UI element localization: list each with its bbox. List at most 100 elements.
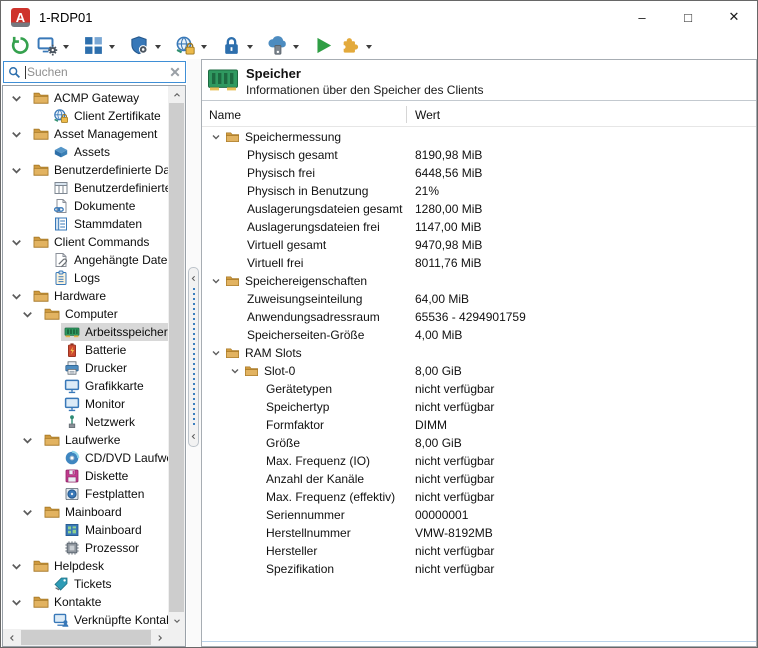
chevron-down-icon[interactable] (9, 559, 24, 574)
sidebar-item-helpdesk[interactable]: Helpdesk (3, 557, 168, 575)
vertical-scroll-thumb[interactable] (169, 103, 184, 612)
tree-node[interactable]: Laufwerke (41, 431, 123, 449)
table-row[interactable]: Seriennummer00000001 (202, 506, 755, 524)
table-row[interactable]: Speichereigenschaften (202, 272, 755, 290)
table-row[interactable]: Auslagerungsdateien frei1147,00 MiB (202, 218, 755, 236)
table-row[interactable]: Zuweisungseinteilung64,00 MiB (202, 290, 755, 308)
table-row[interactable]: Physisch gesamt8190,98 MiB (202, 146, 755, 164)
tree-node[interactable]: Grafikkarte (61, 377, 147, 395)
run-button[interactable] (313, 35, 334, 56)
tree-node[interactable]: Mainboard (61, 521, 145, 539)
sidebar-item-festplatten[interactable]: Festplatten (3, 485, 168, 503)
sidebar-item-cd-dvd-laufwerke[interactable]: CD/DVD Laufwerke (3, 449, 168, 467)
sidebar-item-benutzerdefinierte-daten[interactable]: Benutzerdefinierte Daten (3, 161, 168, 179)
dropdown-caret-icon[interactable] (109, 45, 115, 49)
sidebar-item-stammdaten[interactable]: Stammdaten (3, 215, 168, 233)
tree-node[interactable]: Hardware (30, 287, 109, 305)
table-row[interactable]: Speicherseiten-Größe4,00 MiB (202, 326, 755, 344)
client-commands-button[interactable] (37, 35, 77, 56)
table-row[interactable]: Speichertypnicht verfügbar (202, 398, 755, 416)
tree-node[interactable]: ACMP Gateway (30, 89, 142, 107)
table-row[interactable]: Speichermessung (202, 128, 755, 146)
sidebar-item-laufwerke[interactable]: Laufwerke (3, 431, 168, 449)
tree-node[interactable]: Drucker (61, 359, 130, 377)
table-row[interactable]: Virtuell frei8011,76 MiB (202, 254, 755, 272)
tree-horizontal-scrollbar[interactable] (3, 629, 168, 646)
sidebar-item-verkn-pfte-kontakte[interactable]: Verknüpfte Kontakte (3, 611, 168, 629)
remote-install-button[interactable] (267, 35, 307, 56)
column-header-wert[interactable]: Wert (415, 108, 440, 122)
scroll-up-arrow-icon[interactable] (168, 86, 185, 103)
chevron-down-icon[interactable] (9, 595, 24, 610)
search-input[interactable] (26, 65, 169, 79)
sidebar-item-batterie[interactable]: Batterie (3, 341, 168, 359)
chevron-down-icon[interactable] (20, 307, 35, 322)
tree-node[interactable]: Monitor (61, 395, 128, 413)
tree-node[interactable]: Computer (41, 305, 121, 323)
chevron-down-icon[interactable] (210, 131, 222, 143)
dropdown-caret-icon[interactable] (293, 45, 299, 49)
table-row[interactable]: Spezifikationnicht verfügbar (202, 560, 755, 578)
chevron-down-icon[interactable] (210, 347, 222, 359)
scroll-down-arrow-icon[interactable] (168, 612, 185, 629)
scroll-right-arrow-icon[interactable] (151, 629, 168, 646)
chevron-down-icon[interactable] (9, 91, 24, 106)
lock-button[interactable] (221, 35, 261, 56)
sidebar-item-mainboard[interactable]: Mainboard (3, 521, 168, 539)
table-row[interactable]: Virtuell gesamt9470,98 MiB (202, 236, 755, 254)
table-row[interactable]: Physisch in Benutzung21% (202, 182, 755, 200)
chevron-down-icon[interactable] (9, 163, 24, 178)
tree-node[interactable]: Client Zertifikate (50, 107, 164, 125)
chevron-down-icon[interactable] (229, 365, 241, 377)
sidebar-item-tickets[interactable]: Tickets (3, 575, 168, 593)
sidebar-item-grafikkarte[interactable]: Grafikkarte (3, 377, 168, 395)
sidebar-item-dokumente[interactable]: Dokumente (3, 197, 168, 215)
tree-node[interactable]: Netzwerk (61, 413, 138, 431)
sidebar-item-drucker[interactable]: Drucker (3, 359, 168, 377)
sidebar-item-diskette[interactable]: Diskette (3, 467, 168, 485)
tree-node[interactable]: Asset Management (30, 125, 160, 143)
tree-vertical-scrollbar[interactable] (168, 86, 185, 629)
sidebar-item-prozessor[interactable]: Prozessor (3, 539, 168, 557)
table-row[interactable]: Größe8,00 GiB (202, 434, 755, 452)
chevron-down-icon[interactable] (9, 235, 24, 250)
tree-node[interactable]: CD/DVD Laufwerke (61, 449, 168, 467)
scroll-left-arrow-icon[interactable] (3, 629, 20, 646)
splitter-collapse-handle[interactable] (188, 267, 199, 447)
sidebar-item-hardware[interactable]: Hardware (3, 287, 168, 305)
tree-node[interactable]: Batterie (61, 341, 129, 359)
table-row[interactable]: Anwendungsadressraum65536 - 4294901759 (202, 308, 755, 326)
tree-node[interactable]: Verknüpfte Kontakte (50, 611, 168, 629)
sidebar-item-kontakte[interactable]: Kontakte (3, 593, 168, 611)
table-row[interactable]: RAM Slots (202, 344, 755, 362)
tree-node[interactable]: Angehängte Dateien (50, 251, 168, 269)
table-row[interactable]: Max. Frequenz (IO)nicht verfügbar (202, 452, 755, 470)
tree-node[interactable]: Prozessor (61, 539, 142, 557)
column-header-name[interactable]: Name (209, 108, 241, 122)
chevron-down-icon[interactable] (9, 289, 24, 304)
chevron-down-icon[interactable] (20, 433, 35, 448)
security-button[interactable] (129, 35, 169, 56)
table-row[interactable]: Physisch frei6448,56 MiB (202, 164, 755, 182)
table-row[interactable]: Auslagerungsdateien gesamt1280,00 MiB (202, 200, 755, 218)
dropdown-caret-icon[interactable] (366, 45, 372, 49)
tree-node[interactable]: Dokumente (50, 197, 138, 215)
maximize-button[interactable]: □ (665, 1, 711, 33)
sidebar-item-netzwerk[interactable]: Netzwerk (3, 413, 168, 431)
close-button[interactable]: ✕ (711, 1, 757, 33)
table-row[interactable]: Slot-08,00 GiB (202, 362, 755, 380)
sidebar-item-angeh-ngte-dateien[interactable]: Angehängte Dateien (3, 251, 168, 269)
table-row[interactable]: Herstellernicht verfügbar (202, 542, 755, 560)
tree-node[interactable]: Logs (50, 269, 103, 287)
tree-node[interactable]: Kontakte (30, 593, 104, 611)
chevron-down-icon[interactable] (20, 505, 35, 520)
sidebar-item-arbeitsspeicher[interactable]: Arbeitsspeicher (3, 323, 168, 341)
tree-node[interactable]: Tickets (50, 575, 115, 593)
sidebar-item-assets[interactable]: Assets (3, 143, 168, 161)
dropdown-caret-icon[interactable] (247, 45, 253, 49)
sidebar-item-monitor[interactable]: Monitor (3, 395, 168, 413)
collapse-left-arrow-icon[interactable] (189, 430, 198, 442)
table-row[interactable]: Max. Frequenz (effektiv)nicht verfügbar (202, 488, 755, 506)
tree-node[interactable]: Mainboard (41, 503, 125, 521)
tree-node[interactable]: Helpdesk (30, 557, 107, 575)
